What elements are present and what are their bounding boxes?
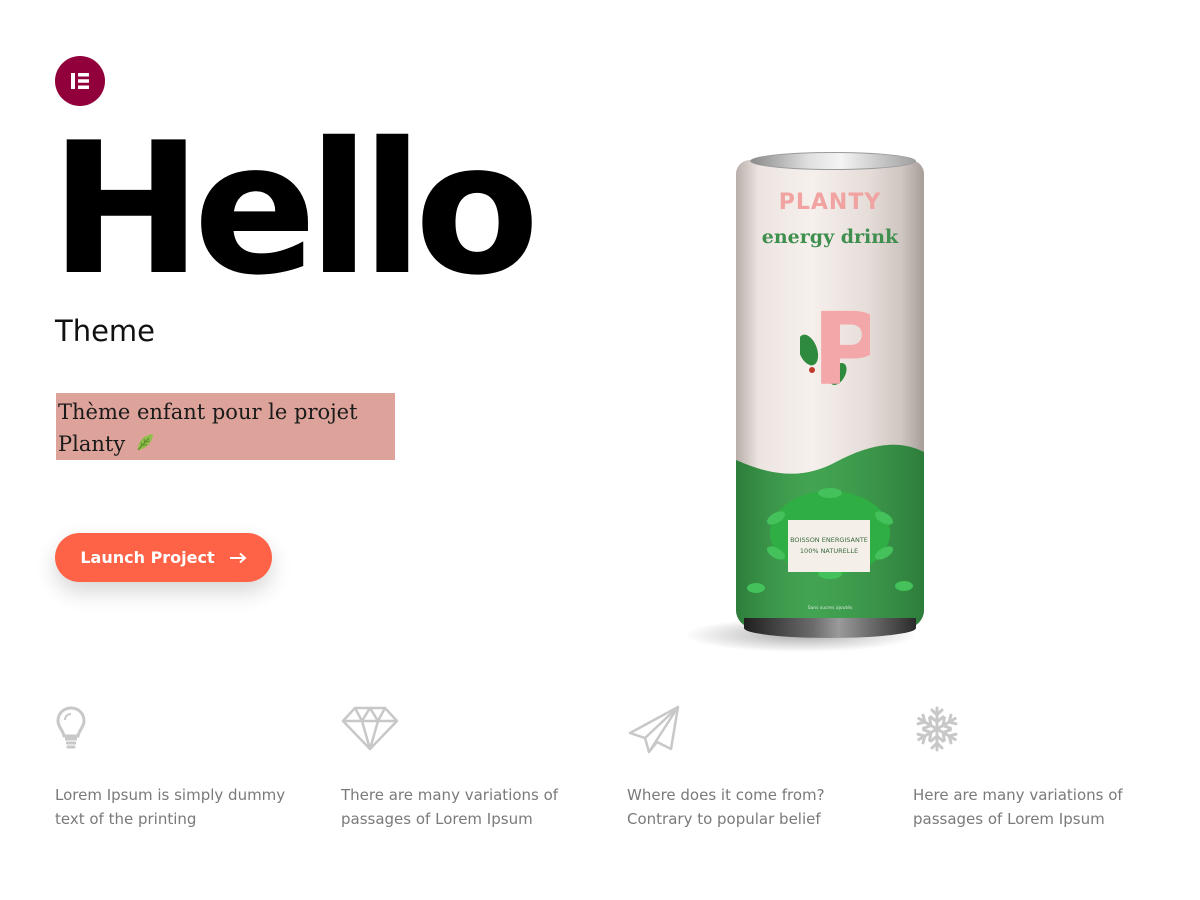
- feature-text: There are many variations of passages of…: [341, 786, 559, 828]
- energy-drink-can: PLANTY energy drink P BOISSON ENERGISANT…: [736, 160, 924, 628]
- can-bottom-rim: [744, 618, 916, 638]
- elementor-logo[interactable]: [55, 56, 105, 106]
- can-tagline: energy drink: [761, 226, 899, 248]
- feature-text: Lorem Ipsum is simply dummy text of the …: [55, 786, 286, 828]
- feature-text: Where does it come from? Contrary to pop…: [627, 786, 825, 828]
- feature-item: Here are many variations of passages of …: [913, 705, 1171, 831]
- can-label: BOISSON ENERGISANTE 100% NATURELLE: [788, 520, 870, 572]
- launch-project-label: Launch Project: [80, 548, 215, 567]
- feature-text: Here are many variations of passages of …: [913, 786, 1123, 828]
- can-lid: [750, 152, 916, 170]
- snowflake-icon: [913, 705, 1171, 755]
- can-label-line2: 100% NATURELLE: [799, 547, 859, 555]
- can-label-line1: BOISSON ENERGISANTE: [790, 536, 868, 544]
- arrow-right-icon: [229, 552, 247, 563]
- leaf-icon: [134, 430, 156, 462]
- can-letter: P: [812, 292, 870, 402]
- hero-description-text: Thème enfant pour le projet Planty: [58, 400, 358, 456]
- can-brand-name: PLANTY: [778, 190, 882, 215]
- feature-item: Lorem Ipsum is simply dummy text of the …: [55, 705, 313, 831]
- hero-subtitle: Theme: [55, 314, 156, 348]
- paper-plane-icon: [627, 705, 885, 755]
- diamond-icon: [341, 705, 599, 755]
- can-fine-print: Sans sucres ajoutés: [807, 606, 853, 611]
- feature-item: There are many variations of passages of…: [341, 705, 599, 831]
- product-image: PLANTY energy drink P BOISSON ENERGISANT…: [680, 140, 940, 660]
- can-letter-logo: P: [800, 292, 870, 402]
- elementor-logo-icon: [71, 73, 89, 89]
- hero-description: Thème enfant pour le projet Planty: [56, 393, 395, 460]
- hero-title: Hello: [50, 103, 540, 315]
- lightbulb-icon: [55, 705, 313, 755]
- feature-item: Where does it come from? Contrary to pop…: [627, 705, 885, 831]
- launch-project-button[interactable]: Launch Project: [55, 533, 272, 582]
